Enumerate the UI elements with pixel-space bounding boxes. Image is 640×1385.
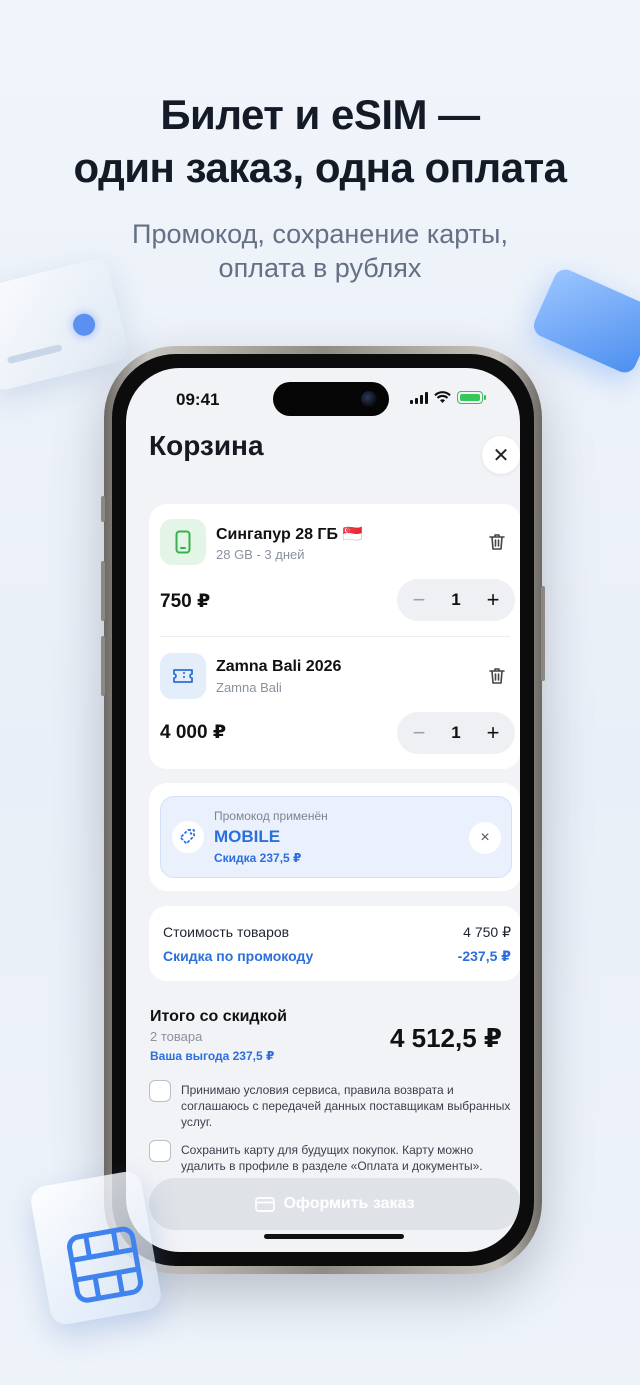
subtitle-line-1: Промокод, сохранение карты, (132, 219, 508, 249)
close-button[interactable]: ✕ (482, 436, 520, 474)
trash-icon[interactable] (487, 532, 507, 552)
sim-card-icon (28, 1169, 164, 1327)
goods-cost-label: Стоимость товаров (163, 924, 290, 940)
item-name: Сингапур 28 ГБ 🇸🇬 (216, 526, 363, 543)
card-icon (255, 1196, 276, 1212)
dynamic-island (273, 382, 389, 416)
wifi-icon (434, 391, 451, 403)
total-count: 2 товара (150, 1029, 203, 1044)
headline: Билет и eSIM — один заказ, одна оплата (0, 88, 640, 194)
total-title: Итого со скидкой (150, 1008, 287, 1025)
headline-line-2: один заказ, одна оплата (73, 144, 567, 191)
signal-icon (410, 391, 428, 404)
promo-code: MOBILE (214, 827, 281, 846)
trash-icon[interactable] (487, 666, 507, 686)
ticket-icon (160, 653, 206, 699)
quantity-stepper: − 1 + (397, 579, 515, 621)
save-card-checkbox[interactable] (149, 1140, 171, 1162)
item-meta: Zamna Bali (216, 680, 282, 695)
close-icon: × (480, 829, 490, 846)
promo-discount: Скидка 237,5 ₽ (214, 851, 302, 865)
item-price: 750 ₽ (160, 591, 211, 612)
remove-promo-button[interactable]: × (469, 822, 501, 854)
terms-checkbox[interactable] (149, 1080, 171, 1102)
discount-label: Скидка по промокоду (163, 948, 314, 964)
app-screen: 09:41 Корзина ✕ Сингапур 28 ГБ � (126, 368, 520, 1252)
quantity-value: 1 (451, 590, 461, 609)
total-savings: Ваша выгода 237,5 ₽ (150, 1049, 275, 1063)
page-title: Корзина (149, 430, 264, 461)
promo-applied: Промокод применён MOBILE Скидка 237,5 ₽ … (160, 796, 512, 878)
cart-items-card: Сингапур 28 ГБ 🇸🇬 28 GB - 3 дней 750 ₽ −… (149, 504, 520, 769)
item-name: Zamna Bali 2026 (216, 658, 342, 675)
summary-card: Стоимость товаров 4 750 ₽ Скидка по пром… (149, 906, 520, 981)
promo-tag-icon (172, 821, 204, 853)
decrement-button[interactable]: − (409, 720, 429, 746)
promo-label: Промокод применён (214, 809, 328, 823)
headline-line-1: Билет и eSIM — (160, 91, 480, 138)
place-order-button[interactable]: Оформить заказ (149, 1178, 520, 1230)
increment-button[interactable]: + (483, 720, 503, 746)
phone-mockup: 09:41 Корзина ✕ Сингапур 28 ГБ � (101, 346, 545, 1274)
save-card-text: Сохранить карту для будущих покупок. Кар… (181, 1143, 483, 1173)
promo-card: Промокод применён MOBILE Скидка 237,5 ₽ … (149, 783, 520, 891)
discount-value: -237,5 ₽ (457, 948, 511, 964)
quantity-stepper: − 1 + (397, 712, 515, 754)
total-sum: 4 512,5 ₽ (389, 1023, 502, 1053)
item-meta: 28 GB - 3 дней (216, 547, 305, 562)
decrement-button[interactable]: − (409, 587, 429, 613)
status-icons (410, 391, 486, 404)
goods-cost-value: 4 750 ₽ (463, 924, 511, 940)
quantity-value: 1 (451, 723, 461, 742)
home-indicator (264, 1234, 404, 1239)
terms-text: Принимаю условия сервиса, правила возвра… (181, 1083, 511, 1129)
close-icon: ✕ (492, 444, 510, 467)
status-time: 09:41 (176, 390, 220, 409)
increment-button[interactable]: + (483, 587, 503, 613)
item-price: 4 000 ₽ (160, 722, 227, 743)
place-order-label: Оформить заказ (283, 1195, 415, 1212)
battery-icon (457, 391, 483, 404)
phone-icon (160, 519, 206, 565)
